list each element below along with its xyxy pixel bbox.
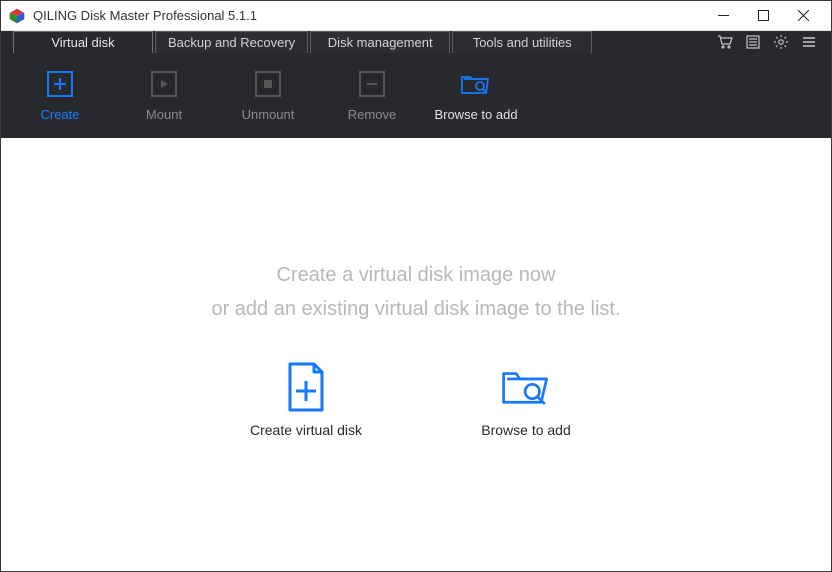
app-icon	[9, 8, 25, 24]
toolbar-unmount[interactable]: Unmount	[233, 71, 303, 122]
play-box-icon	[151, 71, 177, 97]
folder-search-large-icon	[500, 362, 552, 412]
plus-box-icon	[47, 71, 73, 97]
toolbar: Create Mount Unmount Remove	[1, 53, 831, 138]
window-title: QILING Disk Master Professional 5.1.1	[33, 8, 703, 23]
toolbar-label: Mount	[146, 107, 182, 122]
close-button[interactable]	[783, 1, 823, 31]
tab-disk-management[interactable]: Disk management	[310, 31, 450, 53]
maximize-button[interactable]	[743, 1, 783, 31]
toolbar-label: Create	[40, 107, 79, 122]
minus-box-icon	[359, 71, 385, 97]
action-label: Create virtual disk	[250, 422, 362, 440]
headline: Create a virtual disk image now or add a…	[211, 258, 620, 326]
toolbar-mount[interactable]: Mount	[129, 71, 199, 122]
toolbar-remove[interactable]: Remove	[337, 71, 407, 122]
tab-tools-utilities[interactable]: Tools and utilities	[452, 31, 592, 53]
list-icon[interactable]	[745, 34, 761, 50]
tab-label: Backup and Recovery	[168, 35, 295, 50]
toolbar-label: Browse to add	[434, 107, 517, 122]
gear-icon[interactable]	[773, 34, 789, 50]
tabs-row: Virtual disk Backup and Recovery Disk ma…	[1, 31, 831, 53]
toolbar-browse-to-add[interactable]: Browse to add	[441, 71, 511, 122]
folder-search-icon	[460, 71, 492, 97]
menu-icon[interactable]	[801, 34, 817, 50]
action-row: Create virtual disk Browse to add	[246, 362, 586, 440]
tab-label: Tools and utilities	[473, 35, 572, 50]
document-plus-icon	[280, 362, 332, 412]
cart-icon[interactable]	[717, 34, 733, 50]
tab-backup-recovery[interactable]: Backup and Recovery	[155, 31, 308, 53]
header-right-icons	[717, 31, 831, 53]
action-create-virtual-disk[interactable]: Create virtual disk	[246, 362, 366, 440]
tab-label: Virtual disk	[51, 35, 114, 50]
headline-line-2: or add an existing virtual disk image to…	[211, 292, 620, 326]
minimize-button[interactable]	[703, 1, 743, 31]
main-content: Create a virtual disk image now or add a…	[1, 138, 831, 570]
header-dark-area: Virtual disk Backup and Recovery Disk ma…	[1, 31, 831, 138]
toolbar-label: Unmount	[242, 107, 295, 122]
stop-box-icon	[255, 71, 281, 97]
titlebar: QILING Disk Master Professional 5.1.1	[1, 1, 831, 31]
headline-line-1: Create a virtual disk image now	[211, 258, 620, 292]
toolbar-create[interactable]: Create	[25, 71, 95, 122]
tab-virtual-disk[interactable]: Virtual disk	[13, 31, 153, 53]
action-browse-to-add[interactable]: Browse to add	[466, 362, 586, 440]
toolbar-label: Remove	[348, 107, 396, 122]
tab-label: Disk management	[328, 35, 433, 50]
action-label: Browse to add	[481, 422, 571, 440]
